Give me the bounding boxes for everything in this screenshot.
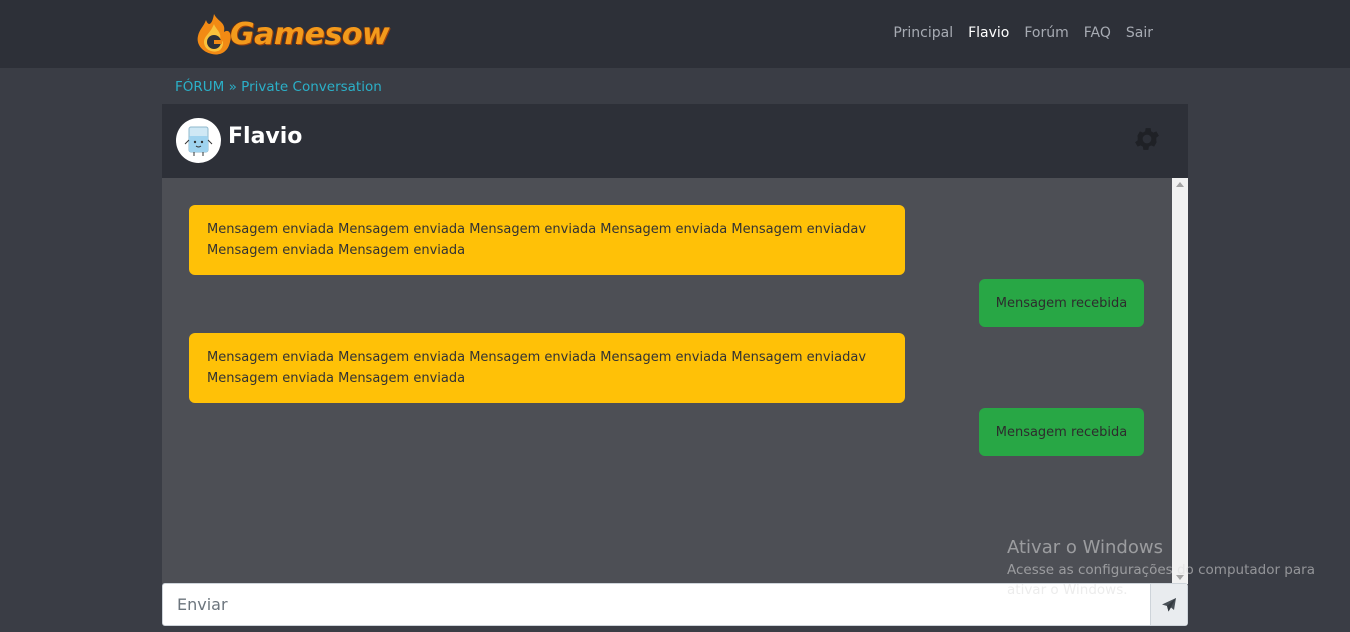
- chat-title: Flavio: [228, 124, 303, 149]
- avatar: [176, 118, 221, 163]
- scroll-up-arrow-icon[interactable]: [1176, 182, 1184, 187]
- flame-logo-icon: [197, 14, 231, 55]
- message-sent: Mensagem enviada Mensagem enviada Mensag…: [189, 205, 905, 275]
- message-received: Mensagem recebida: [979, 279, 1144, 327]
- nav-forum[interactable]: Forúm: [1024, 25, 1068, 41]
- message-input[interactable]: [163, 584, 1151, 625]
- breadcrumb-root[interactable]: FÓRUM: [175, 79, 224, 95]
- nav-flavio[interactable]: Flavio: [968, 25, 1009, 41]
- chat-scrollbar[interactable]: [1172, 178, 1188, 584]
- breadcrumb: FÓRUM » Private Conversation: [175, 79, 382, 95]
- watermark-subtitle: Acesse as configurações do computador pa…: [1007, 562, 1315, 598]
- message-sent: Mensagem enviada Mensagem enviada Mensag…: [189, 333, 905, 403]
- chat-messages-area[interactable]: Mensagem enviada Mensagem enviada Mensag…: [162, 178, 1172, 584]
- breadcrumb-current[interactable]: Private Conversation: [241, 79, 382, 95]
- message-received: Mensagem recebida: [979, 408, 1144, 456]
- glass-avatar-icon: [184, 126, 213, 156]
- windows-activation-watermark: Ativar o Windows Acesse as configurações…: [1007, 537, 1327, 600]
- chat-header: Flavio: [162, 104, 1188, 178]
- breadcrumb-separator: »: [228, 79, 237, 95]
- watermark-title: Ativar o Windows: [1007, 537, 1163, 558]
- top-navbar: Gamesow Principal Flavio Forúm FAQ Sair: [0, 0, 1350, 68]
- logo-text: Gamesow: [230, 16, 390, 52]
- nav-sair[interactable]: Sair: [1126, 25, 1153, 41]
- gear-icon[interactable]: [1132, 124, 1162, 154]
- main-nav: Principal Flavio Forúm FAQ Sair: [878, 25, 1153, 41]
- nav-principal[interactable]: Principal: [893, 25, 953, 41]
- nav-faq[interactable]: FAQ: [1084, 25, 1111, 41]
- gamesow-logo[interactable]: Gamesow: [194, 10, 390, 58]
